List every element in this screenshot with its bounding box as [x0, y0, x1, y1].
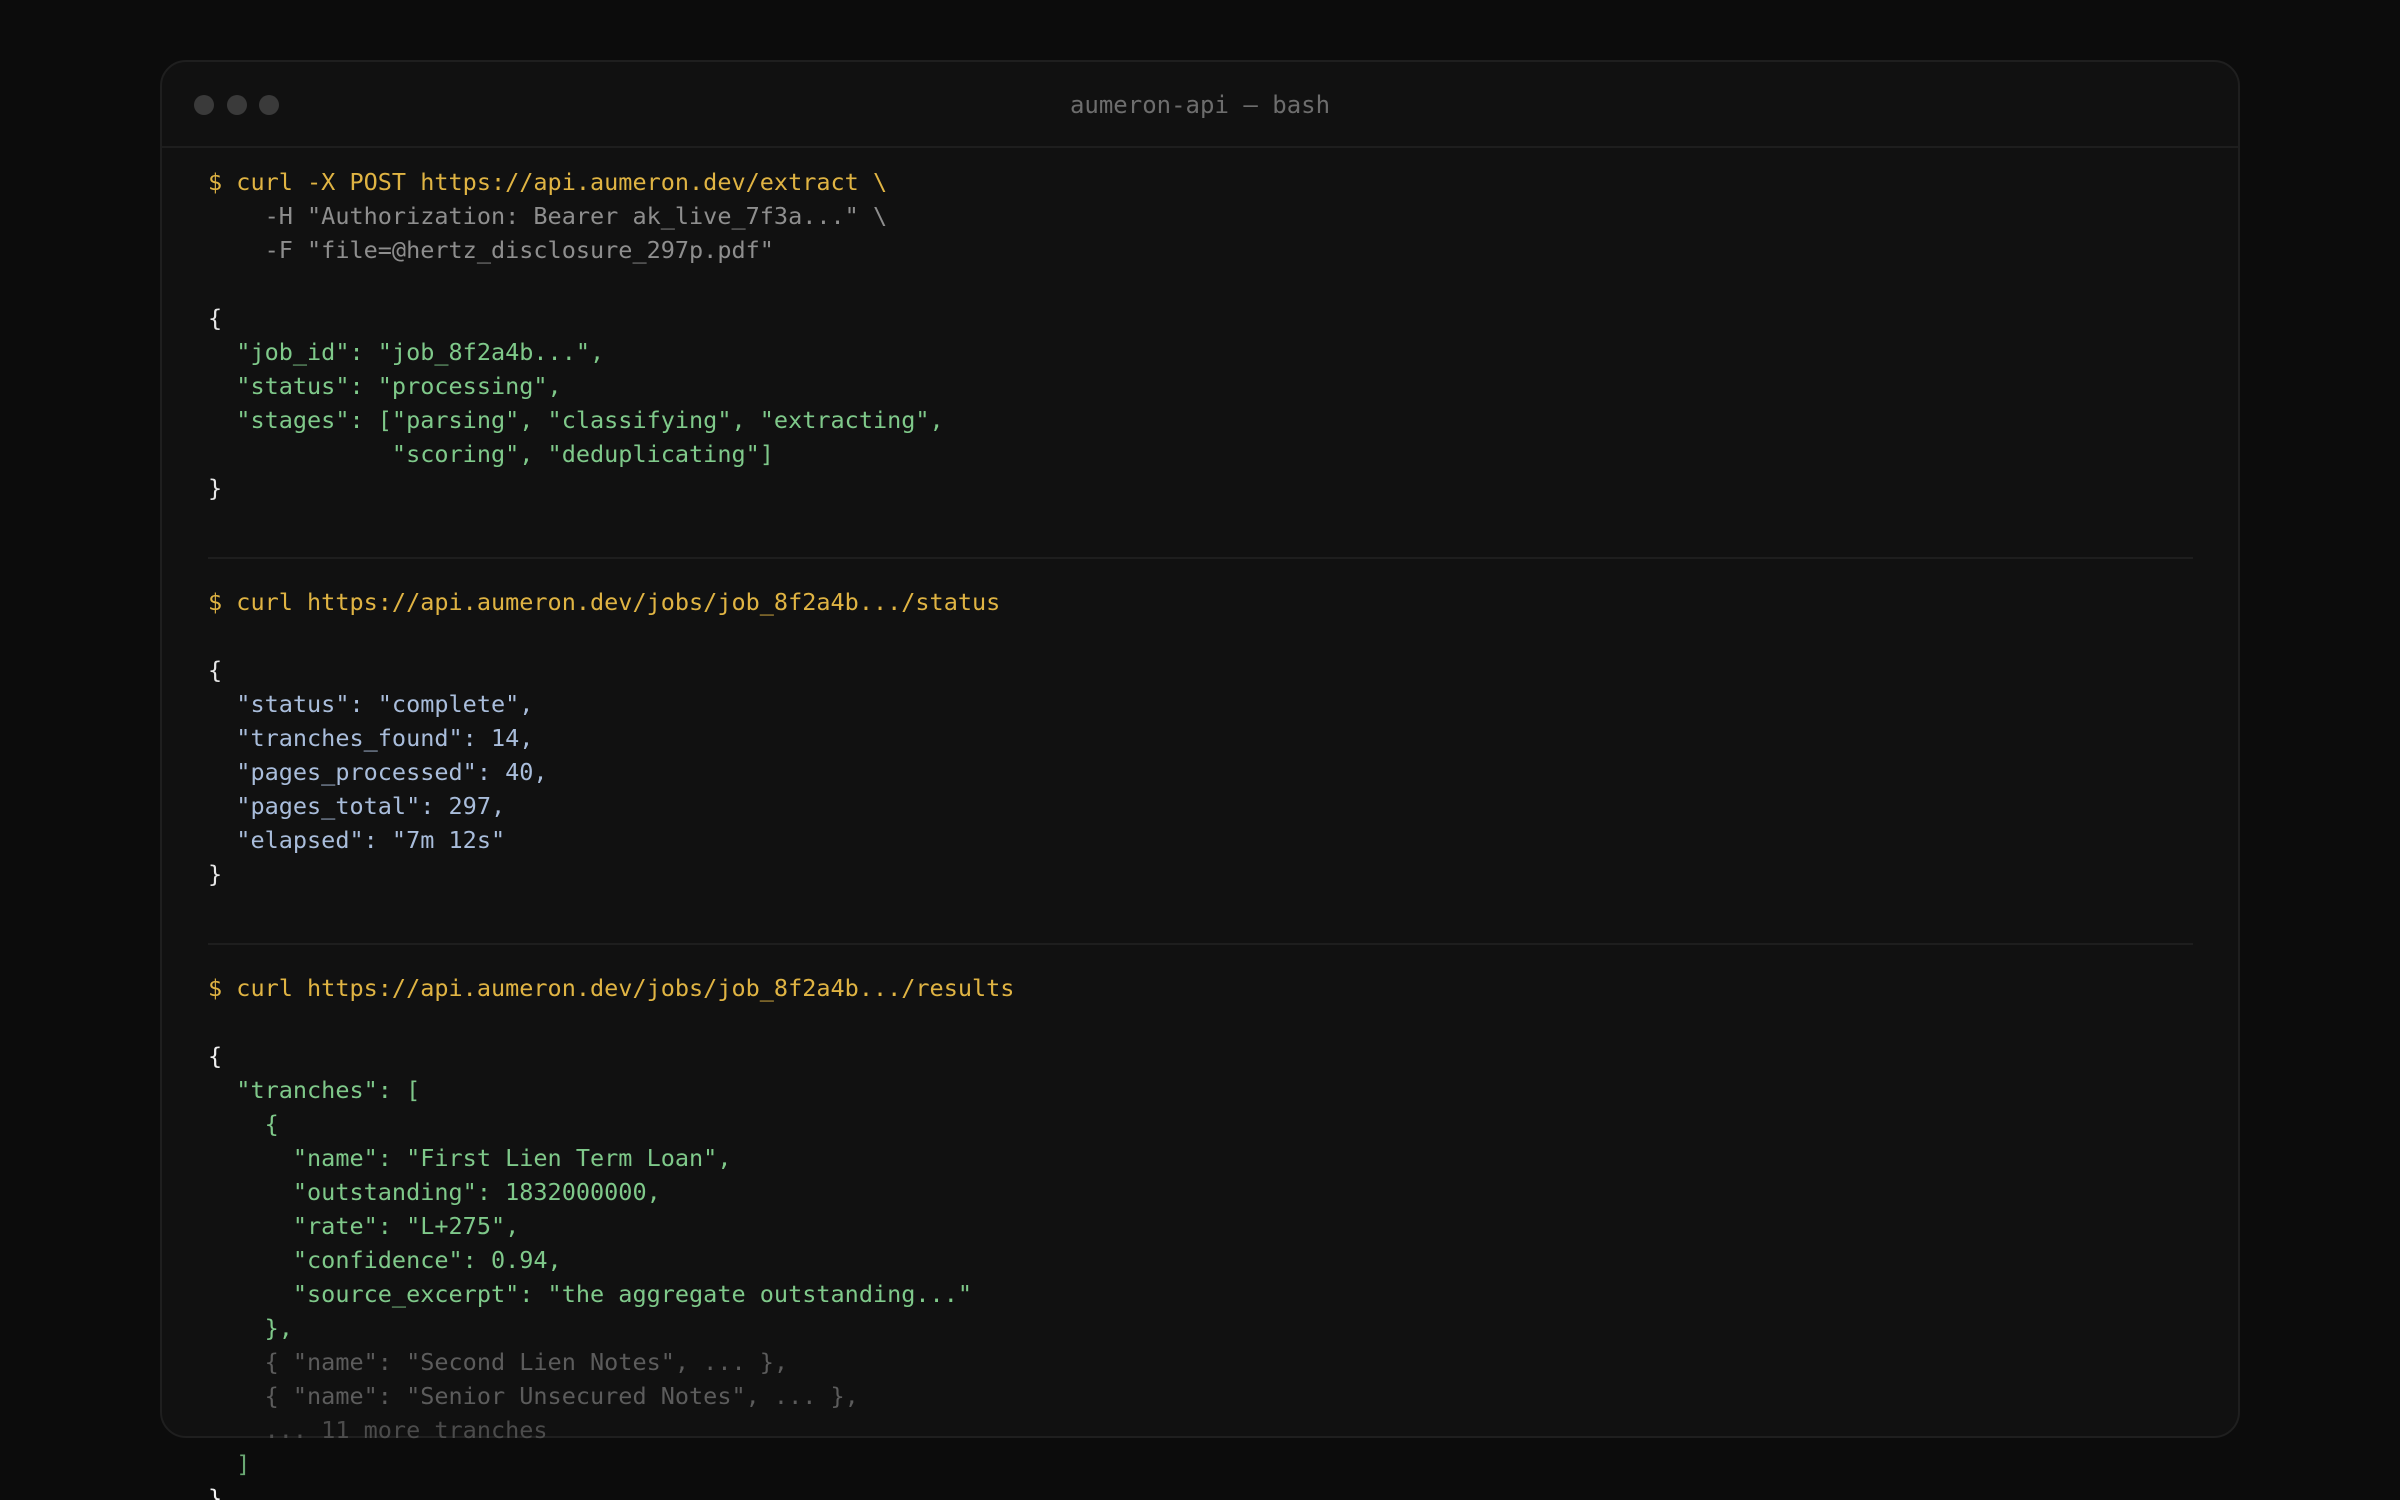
command-line: $ curl -X POST https://api.aumeron.dev/e… — [208, 168, 888, 196]
command-line: $ curl https://api.aumeron.dev/jobs/job_… — [208, 974, 1015, 1002]
json-brace: } — [208, 474, 223, 502]
json-line: "job_id": "job_8f2a4b...", — [208, 338, 605, 366]
json-line: "confidence": 0.94, — [208, 1246, 562, 1274]
json-brace: { — [208, 1042, 223, 1070]
json-line: "status": "complete", — [208, 690, 534, 718]
json-line: "elapsed": "7m 12s" — [208, 826, 506, 854]
json-line: ] — [208, 1450, 251, 1478]
window-title: aumeron-api — bash — [1069, 91, 1331, 119]
json-line: "pages_processed": 40, — [208, 758, 548, 786]
json-line: "outstanding": 1832000000, — [208, 1178, 661, 1206]
divider — [208, 943, 2193, 945]
json-brace: } — [208, 860, 223, 888]
json-line: "pages_total": 297, — [208, 792, 506, 820]
divider — [208, 557, 2193, 559]
json-brace: { — [208, 304, 223, 332]
command-line: $ curl https://api.aumeron.dev/jobs/job_… — [208, 588, 1001, 616]
json-line: ... 11 more tranches — [208, 1416, 548, 1444]
json-line: "tranches": [ — [208, 1076, 421, 1104]
json-line: "source_excerpt": "the aggregate outstan… — [208, 1280, 973, 1308]
json-line: { "name": "Second Lien Notes", ... }, — [208, 1348, 789, 1376]
json-line: "scoring", "deduplicating"] — [208, 440, 774, 468]
json-line: { — [208, 1110, 279, 1138]
terminal-output[interactable]: $ curl -X POST https://api.aumeron.dev/e… — [208, 165, 2208, 1500]
json-line: { "name": "Senior Unsecured Notes", ... … — [208, 1382, 859, 1410]
json-line: }, — [208, 1314, 293, 1342]
json-brace: } — [208, 1484, 223, 1500]
command-line: -F "file=@hertz_disclosure_297p.pdf" — [208, 236, 774, 264]
json-line: "stages": ["parsing", "classifying", "ex… — [208, 406, 944, 434]
command-line: -H "Authorization: Bearer ak_live_7f3a..… — [208, 202, 888, 230]
json-line: "name": "First Lien Term Loan", — [208, 1144, 732, 1172]
title-bar: aumeron-api — bash — [162, 62, 2238, 148]
json-line: "status": "processing", — [208, 372, 562, 400]
json-line: "rate": "L+275", — [208, 1212, 520, 1240]
json-brace: { — [208, 656, 223, 684]
json-line: "tranches_found": 14, — [208, 724, 534, 752]
